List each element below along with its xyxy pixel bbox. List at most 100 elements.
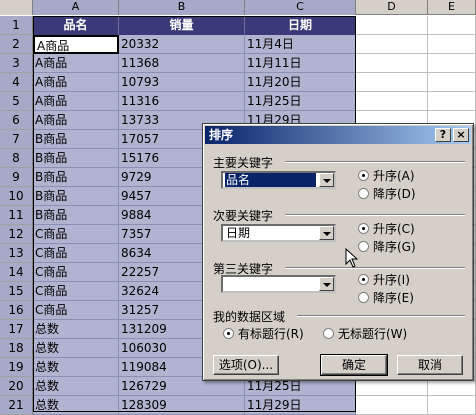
chevron-down-icon[interactable]	[319, 173, 334, 187]
primary-desc-radio[interactable]: 降序(D)	[358, 187, 416, 201]
name-cell[interactable]: A商品	[33, 111, 119, 130]
row-header[interactable]: 11	[0, 206, 33, 225]
third-asc-radio[interactable]: 升序(I)	[358, 273, 410, 287]
name-cell[interactable]: A商品	[33, 35, 119, 54]
empty-cell[interactable]	[428, 16, 476, 35]
name-cell[interactable]: 总数	[33, 396, 119, 415]
name-cell[interactable]: B商品	[33, 187, 119, 206]
header-cell-sales[interactable]: 销量	[119, 16, 245, 35]
row-header[interactable]: 20	[0, 377, 33, 396]
row-header[interactable]: 13	[0, 244, 33, 263]
row-header[interactable]: 5	[0, 92, 33, 111]
column-header-d[interactable]: D	[356, 0, 428, 15]
empty-cell[interactable]	[428, 92, 476, 111]
help-button[interactable]: ?	[435, 128, 451, 142]
name-cell[interactable]: 总数	[33, 358, 119, 377]
name-cell[interactable]: B商品	[33, 168, 119, 187]
empty-cell[interactable]	[428, 73, 476, 92]
column-header-e[interactable]: E	[428, 0, 476, 15]
row-header[interactable]: 16	[0, 301, 33, 320]
row-header[interactable]: 21	[0, 396, 33, 415]
date-cell[interactable]: 11月11日	[245, 54, 356, 73]
third-key-select[interactable]	[221, 275, 336, 293]
primary-key-label: 主要关键字	[213, 156, 274, 170]
ok-button[interactable]: 确定	[320, 354, 388, 376]
row-header[interactable]: 15	[0, 282, 33, 301]
empty-cell[interactable]	[428, 396, 476, 415]
row-header[interactable]: 6	[0, 111, 33, 130]
column-header-a[interactable]: A	[33, 0, 119, 15]
sales-cell[interactable]: 11316	[119, 92, 245, 111]
sales-cell[interactable]: 20332	[119, 35, 245, 54]
secondary-desc-radio[interactable]: 降序(G)	[358, 240, 416, 254]
empty-cell[interactable]	[356, 396, 428, 415]
name-cell[interactable]: A商品	[33, 73, 119, 92]
has-header-radio[interactable]: 有标题行(R)	[223, 327, 304, 341]
row-header[interactable]: 3	[0, 54, 33, 73]
radio-label: 降序(E)	[373, 291, 414, 305]
empty-cell[interactable]	[356, 92, 428, 111]
name-cell[interactable]: A商品	[33, 92, 119, 111]
sales-cell[interactable]: 128309	[119, 396, 245, 415]
sales-cell[interactable]: 10793	[119, 73, 245, 92]
primary-key-select[interactable]: 品名	[221, 171, 336, 189]
row-header[interactable]: 14	[0, 263, 33, 282]
empty-cell[interactable]	[356, 16, 428, 35]
row-header[interactable]: 2	[0, 35, 33, 54]
chevron-down-icon[interactable]	[319, 277, 334, 291]
row-header[interactable]: 8	[0, 149, 33, 168]
row-header[interactable]: 12	[0, 225, 33, 244]
group-divider	[297, 315, 465, 317]
name-cell[interactable]: 总数	[33, 339, 119, 358]
date-cell[interactable]: 11月25日	[245, 92, 356, 111]
radio-selected-icon	[223, 328, 234, 339]
options-button[interactable]: 选项(O)...	[213, 355, 279, 375]
row-header[interactable]: 18	[0, 339, 33, 358]
row-header[interactable]: 7	[0, 130, 33, 149]
column-header-b[interactable]: B	[119, 0, 245, 15]
third-desc-radio[interactable]: 降序(E)	[358, 291, 414, 305]
name-cell[interactable]: C商品	[33, 301, 119, 320]
radio-label: 升序(A)	[373, 169, 415, 183]
name-cell[interactable]: A商品	[33, 54, 119, 73]
radio-selected-icon	[358, 223, 369, 234]
row-header[interactable]: 10	[0, 187, 33, 206]
column-header-c[interactable]: C	[245, 0, 356, 15]
radio-label: 降序(G)	[373, 240, 416, 254]
cancel-button[interactable]: 取消	[397, 355, 463, 375]
date-cell[interactable]: 11月20日	[245, 73, 356, 92]
empty-cell[interactable]	[356, 35, 428, 54]
secondary-key-select[interactable]: 日期	[221, 224, 336, 242]
empty-cell[interactable]	[428, 54, 476, 73]
chevron-down-icon[interactable]	[319, 226, 334, 240]
header-cell-date[interactable]: 日期	[245, 16, 356, 35]
date-cell[interactable]: 11月29日	[245, 396, 356, 415]
empty-cell[interactable]	[428, 35, 476, 54]
secondary-asc-radio[interactable]: 升序(C)	[358, 222, 415, 236]
name-cell[interactable]: B商品	[33, 149, 119, 168]
header-cell-name[interactable]: 品名	[33, 16, 119, 35]
name-cell[interactable]: B商品	[33, 206, 119, 225]
sales-cell[interactable]: 11368	[119, 54, 245, 73]
empty-cell[interactable]	[356, 73, 428, 92]
empty-cell[interactable]	[356, 54, 428, 73]
no-header-radio[interactable]: 无标题行(W)	[323, 327, 407, 341]
select-all-corner[interactable]	[0, 0, 33, 15]
dialog-titlebar[interactable]: 排序 ? ×	[205, 126, 471, 144]
name-cell[interactable]: C商品	[33, 225, 119, 244]
name-cell[interactable]: C商品	[33, 263, 119, 282]
group-divider	[285, 161, 465, 163]
row-header[interactable]: 1	[0, 16, 33, 35]
row-header[interactable]: 9	[0, 168, 33, 187]
date-cell[interactable]: 11月4日	[245, 35, 356, 54]
row-header[interactable]: 17	[0, 320, 33, 339]
primary-asc-radio[interactable]: 升序(A)	[358, 169, 415, 183]
name-cell[interactable]: 总数	[33, 377, 119, 396]
close-button[interactable]: ×	[453, 128, 469, 142]
name-cell[interactable]: B商品	[33, 130, 119, 149]
row-header[interactable]: 4	[0, 73, 33, 92]
name-cell[interactable]: C商品	[33, 282, 119, 301]
name-cell[interactable]: C商品	[33, 244, 119, 263]
name-cell[interactable]: 总数	[33, 320, 119, 339]
row-header[interactable]: 19	[0, 358, 33, 377]
